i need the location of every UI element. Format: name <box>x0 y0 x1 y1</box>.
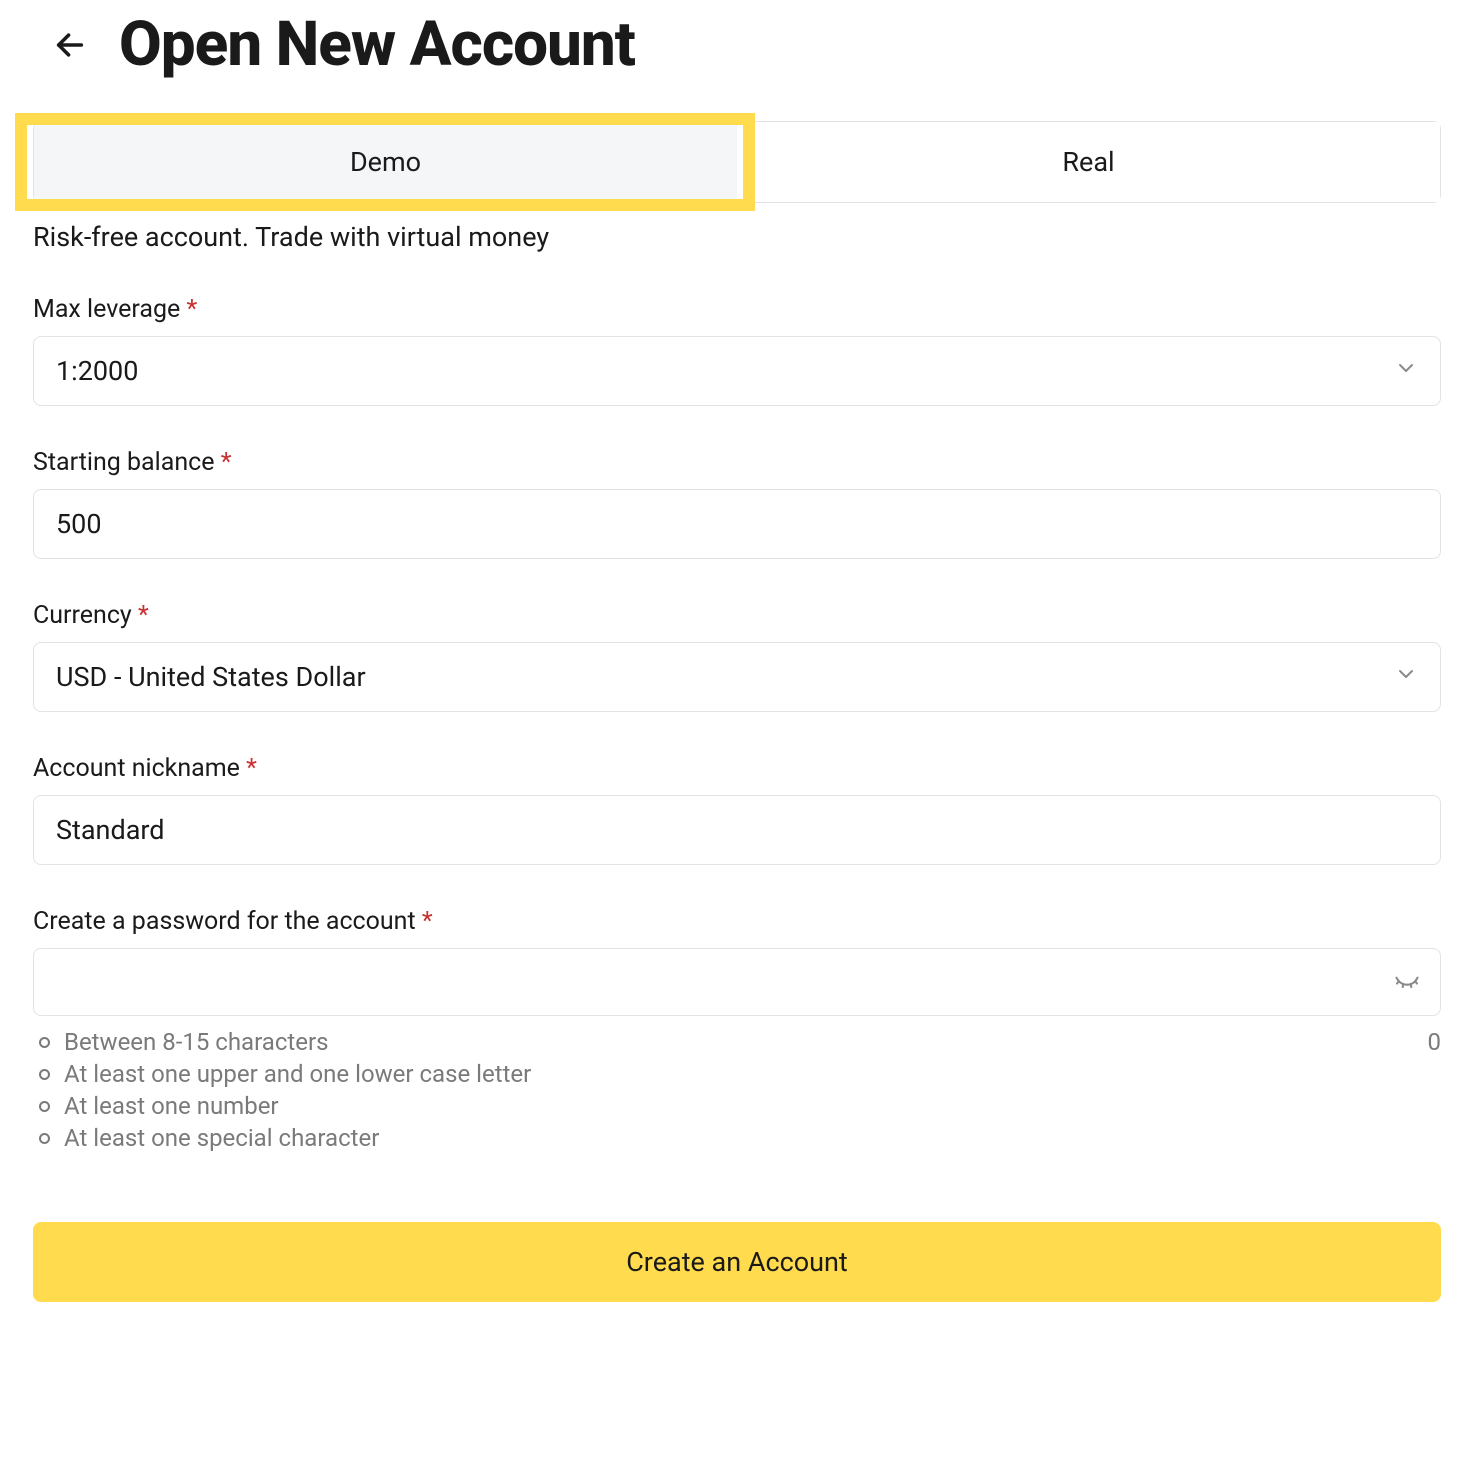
toggle-password-visibility[interactable] <box>1393 966 1421 998</box>
password-char-count: 0 <box>1428 1028 1442 1056</box>
required-marker: * <box>187 295 198 324</box>
leverage-label: Max leverage * <box>33 295 1441 324</box>
password-label: Create a password for the account * <box>33 907 1441 936</box>
bullet-icon <box>39 1069 50 1080</box>
password-hint: At least one special character <box>39 1124 1441 1152</box>
balance-input[interactable] <box>33 489 1441 559</box>
nickname-label: Account nickname * <box>33 754 1441 783</box>
currency-value: USD - United States Dollar <box>56 661 366 693</box>
chevron-down-icon <box>1394 355 1418 387</box>
eye-closed-icon <box>1393 966 1421 994</box>
leverage-value: 1:2000 <box>56 355 138 387</box>
password-hint: Between 8-15 characters <box>39 1028 1441 1056</box>
currency-select[interactable]: USD - United States Dollar <box>33 642 1441 712</box>
password-hint: At least one upper and one lower case le… <box>39 1060 1441 1088</box>
password-hint: At least one number <box>39 1092 1441 1120</box>
password-hints-list: Between 8-15 characters At least one upp… <box>33 1028 1441 1152</box>
balance-label: Starting balance * <box>33 448 1441 477</box>
required-marker: * <box>422 907 433 936</box>
password-input[interactable] <box>33 948 1441 1016</box>
tab-real-label: Real <box>1062 146 1114 178</box>
back-button[interactable] <box>53 28 87 62</box>
tab-demo[interactable]: Demo <box>34 122 737 202</box>
account-type-tabs: Demo Real <box>33 121 1441 203</box>
leverage-select[interactable]: 1:2000 <box>33 336 1441 406</box>
tab-demo-label: Demo <box>350 146 421 178</box>
required-marker: * <box>246 754 257 783</box>
bullet-icon <box>39 1037 50 1048</box>
create-account-button[interactable]: Create an Account <box>33 1222 1441 1302</box>
page-title: Open New Account <box>119 8 635 81</box>
bullet-icon <box>39 1101 50 1112</box>
bullet-icon <box>39 1133 50 1144</box>
tab-description: Risk-free account. Trade with virtual mo… <box>33 221 1441 253</box>
required-marker: * <box>221 448 232 477</box>
nickname-input[interactable] <box>33 795 1441 865</box>
tab-real[interactable]: Real <box>737 122 1440 202</box>
arrow-left-icon <box>53 28 87 62</box>
currency-label: Currency * <box>33 601 1441 630</box>
required-marker: * <box>138 601 149 630</box>
chevron-down-icon <box>1394 661 1418 693</box>
